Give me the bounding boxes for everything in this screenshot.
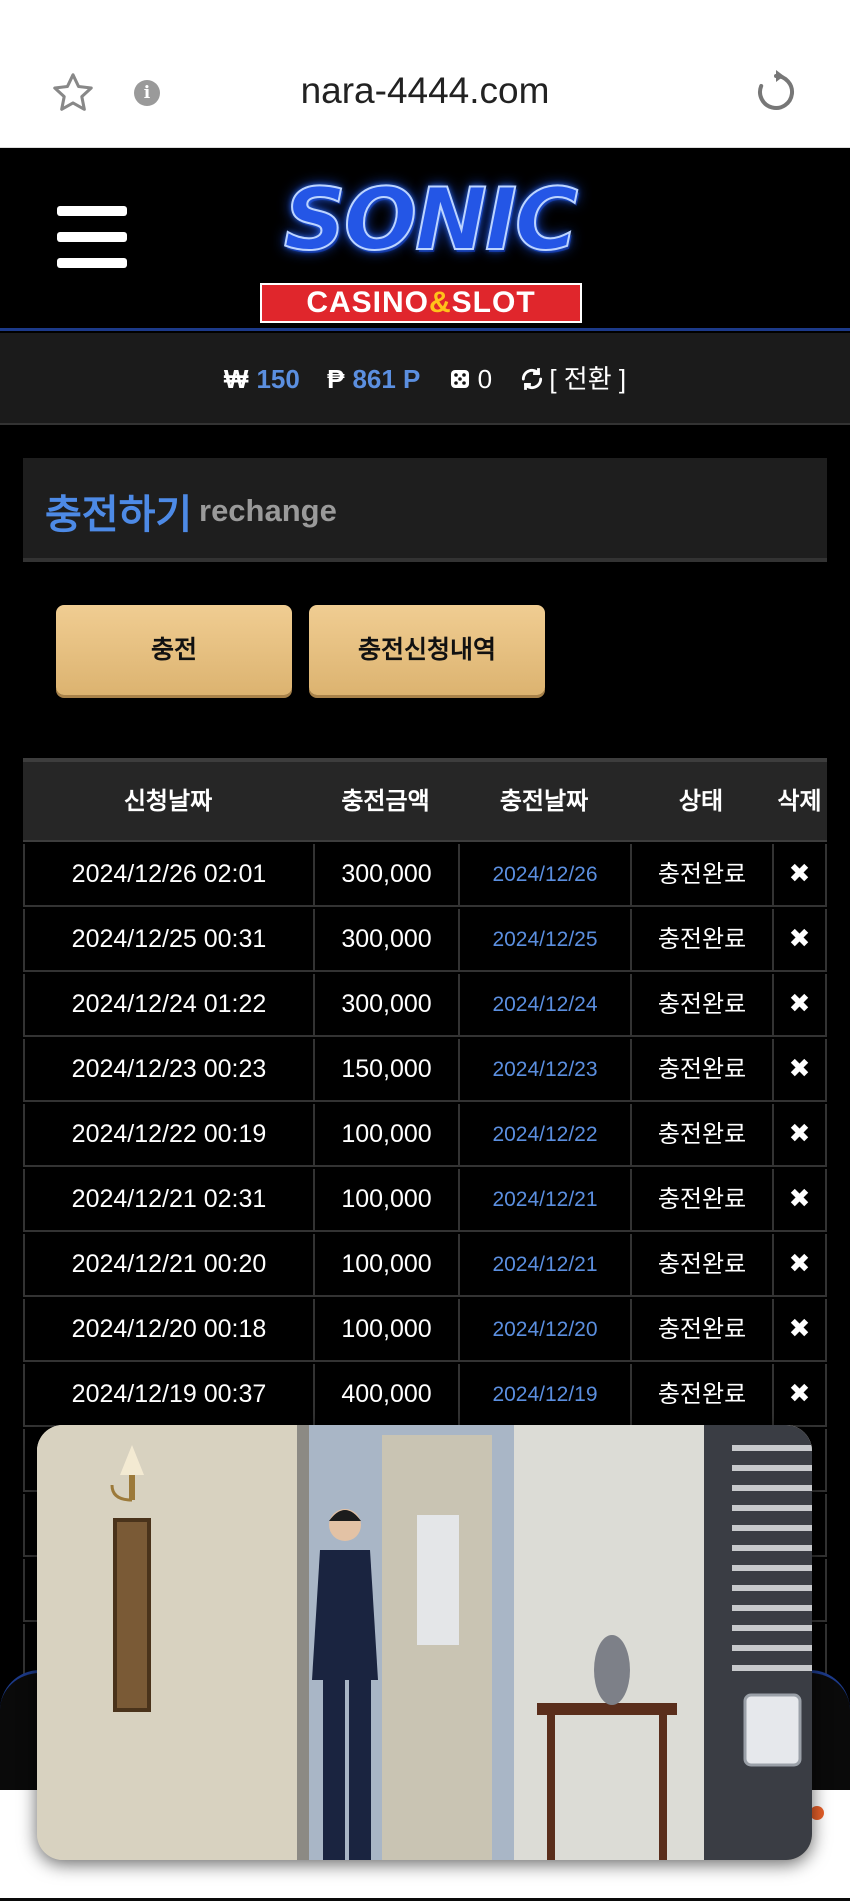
table-row: 2024/12/22 00:19 100,000 2024/12/22 충전완료 ✖ (23, 1104, 827, 1167)
cell-status: 충전완료 (630, 844, 772, 905)
cell-request-date: 2024/12/22 00:19 (23, 1104, 313, 1165)
chip-balance: 0 (448, 364, 492, 395)
table-row: 2024/12/23 00:23 150,000 2024/12/23 충전완료 ✖ (23, 1039, 827, 1102)
video-frame (37, 1425, 812, 1860)
close-icon[interactable]: ✖ (772, 1299, 827, 1360)
cell-charge-date: 2024/12/23 (458, 1039, 630, 1100)
header-delete: 삭제 (777, 787, 822, 815)
cell-request-date: 2024/12/20 00:18 (23, 1299, 313, 1360)
cell-status: 충전완료 (630, 974, 772, 1035)
browser-address-bar: i nara-4444.com (0, 0, 850, 149)
cell-request-date: 2024/12/25 00:31 (23, 909, 313, 970)
menu-icon[interactable] (57, 206, 127, 268)
cell-status: 충전완료 (630, 1039, 772, 1100)
point-balance: ₱ 861 P (327, 364, 420, 395)
section-title-ko: 충전하기 (45, 492, 193, 538)
charge-history-button[interactable]: 충전신청내역 (309, 605, 545, 695)
dice-icon (450, 370, 469, 388)
convert-label: [ 전환 ] (549, 364, 627, 394)
cell-request-date: 2024/12/26 02:01 (23, 844, 313, 905)
cell-amount: 100,000 (313, 1299, 458, 1360)
site-header: SONIC CASINO&SLOT (0, 148, 850, 331)
chip-value: 0 (477, 364, 493, 394)
logo-subtitle: CASINO&SLOT (260, 283, 582, 323)
cell-status: 충전완료 (630, 1234, 772, 1295)
cell-request-date: 2024/12/21 00:20 (23, 1234, 313, 1295)
close-icon[interactable]: ✖ (772, 909, 827, 970)
cell-status: 충전완료 (630, 1364, 772, 1425)
cell-request-date: 2024/12/21 02:31 (23, 1169, 313, 1230)
logo-word: SONIC (283, 169, 579, 271)
table-header: 신청날짜 충전금액 충전날짜 상태 삭제 (23, 758, 827, 842)
reload-icon[interactable] (752, 68, 800, 116)
cell-amount: 300,000 (313, 844, 458, 905)
cell-charge-date: 2024/12/26 (458, 844, 630, 905)
table-row: 2024/12/19 00:37 400,000 2024/12/19 충전완료 ✖ (23, 1364, 827, 1427)
point-value: 861 P (352, 364, 421, 394)
header-charge-date: 충전날짜 (499, 787, 589, 815)
cell-status: 충전완료 (630, 1299, 772, 1360)
cell-status: 충전완료 (630, 1169, 772, 1230)
header-request-date: 신청날짜 (123, 787, 213, 815)
cell-request-date: 2024/12/19 00:37 (23, 1364, 313, 1425)
cell-amount: 150,000 (313, 1039, 458, 1100)
header-amount: 충전금액 (341, 787, 430, 815)
section-title-en: rechange (199, 493, 337, 528)
cell-charge-date: 2024/12/20 (458, 1299, 630, 1360)
won-icon: ₩ (223, 364, 249, 394)
cell-status: 충전완료 (630, 1104, 772, 1165)
balance-bar: ₩150 ₱ 861 P 0 [ 전환 ] (0, 333, 850, 425)
cell-charge-date: 2024/12/25 (458, 909, 630, 970)
cell-amount: 100,000 (313, 1104, 458, 1165)
table-row: 2024/12/26 02:01 300,000 2024/12/26 충전완료 ✖ (23, 844, 827, 907)
cell-amount: 400,000 (313, 1364, 458, 1425)
charge-button[interactable]: 충전 (56, 605, 292, 695)
cell-charge-date: 2024/12/21 (458, 1234, 630, 1295)
money-value: 150 (256, 364, 300, 394)
site-logo[interactable]: SONIC CASINO&SLOT (215, 169, 615, 323)
point-icon: ₱ (327, 364, 345, 394)
cell-request-date: 2024/12/24 01:22 (23, 974, 313, 1035)
close-icon[interactable]: ✖ (772, 1104, 827, 1165)
header-status: 상태 (678, 787, 724, 815)
cell-amount: 100,000 (313, 1169, 458, 1230)
cell-charge-date: 2024/12/21 (458, 1169, 630, 1230)
notification-dot (810, 1806, 824, 1820)
table-row: 2024/12/24 01:22 300,000 2024/12/24 충전완료 ✖ (23, 974, 827, 1037)
money-balance: ₩150 (224, 364, 300, 395)
url-text[interactable]: nara-4444.com (0, 70, 850, 112)
close-icon[interactable]: ✖ (772, 1169, 827, 1230)
table-row: 2024/12/25 00:31 300,000 2024/12/25 충전완료 ✖ (23, 909, 827, 972)
cell-amount: 300,000 (313, 974, 458, 1035)
cell-charge-date: 2024/12/24 (458, 974, 630, 1035)
cell-charge-date: 2024/12/19 (458, 1364, 630, 1425)
close-icon[interactable]: ✖ (772, 1234, 827, 1295)
close-icon[interactable]: ✖ (772, 1039, 827, 1100)
cell-status: 충전완료 (630, 909, 772, 970)
close-icon[interactable]: ✖ (772, 1364, 827, 1425)
cell-charge-date: 2024/12/22 (458, 1104, 630, 1165)
close-icon[interactable]: ✖ (772, 974, 827, 1035)
section-title: 충전하기 rechange (23, 458, 827, 562)
close-icon[interactable]: ✖ (772, 844, 827, 905)
refresh-icon (522, 368, 543, 390)
floating-video-player[interactable] (37, 1425, 812, 1860)
table-row: 2024/12/21 00:20 100,000 2024/12/21 충전완료 ✖ (23, 1234, 827, 1297)
cell-request-date: 2024/12/23 00:23 (23, 1039, 313, 1100)
table-row: 2024/12/21 02:31 100,000 2024/12/21 충전완료 ✖ (23, 1169, 827, 1232)
table-row: 2024/12/20 00:18 100,000 2024/12/20 충전완료 ✖ (23, 1299, 827, 1362)
cell-amount: 300,000 (313, 909, 458, 970)
convert-button[interactable]: [ 전환 ] (519, 359, 626, 396)
cell-amount: 100,000 (313, 1234, 458, 1295)
